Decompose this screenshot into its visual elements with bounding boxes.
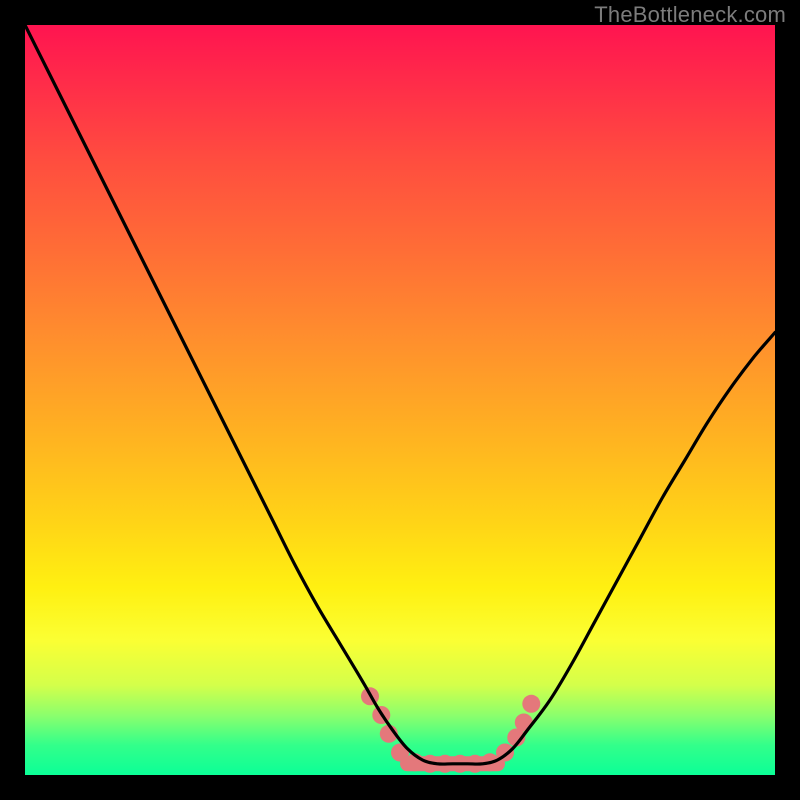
watermark-text: TheBottleneck.com	[594, 2, 786, 28]
chart-frame: TheBottleneck.com	[0, 0, 800, 800]
bottleneck-curve	[25, 25, 775, 764]
highlight-marker	[522, 695, 540, 713]
chart-overlay	[25, 25, 775, 775]
